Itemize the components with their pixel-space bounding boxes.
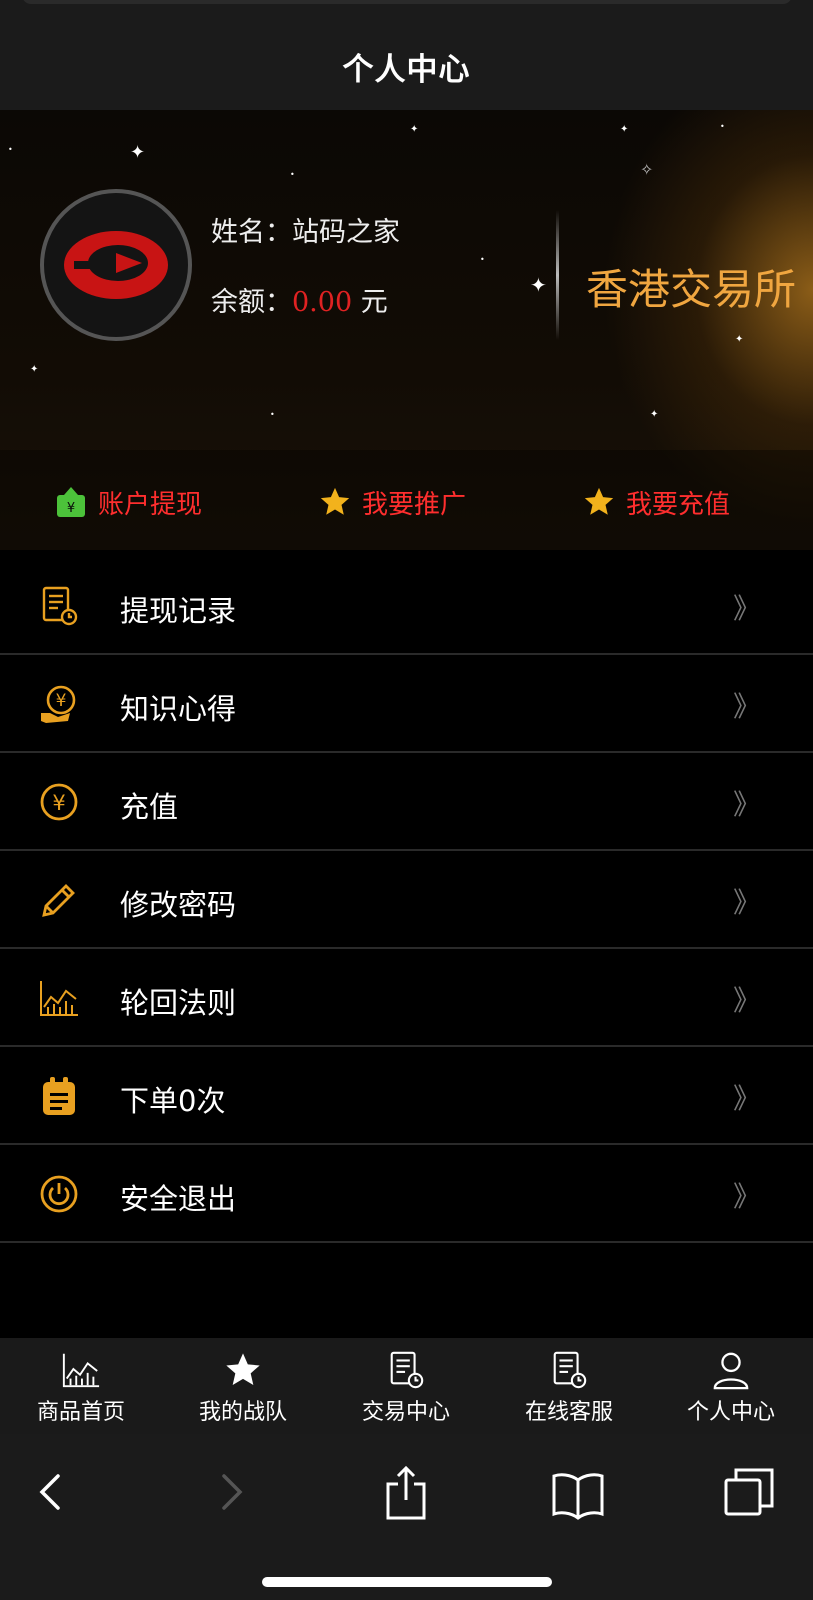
menu-item-label: 充值	[120, 790, 179, 824]
balance-line: 余额：0.00 元	[211, 280, 388, 319]
chart-icon	[38, 977, 80, 1019]
tab-label: 商品首页	[36, 1400, 125, 1425]
star-decoration: ✦	[130, 142, 146, 163]
menu-item-recharge[interactable]: ¥ 充值 》	[0, 753, 813, 851]
name-label: 姓名：	[211, 217, 292, 248]
star-decoration: •	[480, 255, 485, 264]
star-decoration: ✦	[410, 124, 419, 135]
svg-text:¥: ¥	[67, 501, 75, 516]
tab-label: 个人中心	[686, 1400, 775, 1425]
menu-item-label: 修改密码	[120, 888, 237, 922]
tabs-icon[interactable]	[720, 1464, 780, 1524]
chevron-right-icon: 》	[732, 788, 761, 821]
bookmarks-icon[interactable]	[548, 1464, 608, 1524]
power-icon	[38, 1173, 80, 1215]
star-decoration: •	[290, 170, 295, 179]
star-decoration: ✦	[530, 273, 547, 297]
avatar[interactable]	[40, 189, 192, 341]
tab-profile[interactable]: 个人中心	[650, 1338, 812, 1434]
menu-item-change-password[interactable]: 修改密码 》	[0, 851, 813, 949]
star-decoration: ✦	[620, 124, 629, 135]
browser-toolbar	[0, 1434, 813, 1600]
menu-item-orders[interactable]: 下单0次 》	[0, 1047, 813, 1145]
menu-item-label: 安全退出	[120, 1182, 237, 1216]
recharge-action-label: 我要充值	[626, 489, 731, 520]
menu-item-withdraw-records[interactable]: 提现记录 》	[0, 557, 813, 655]
clipboard-icon	[38, 1075, 80, 1117]
record-icon	[38, 585, 80, 627]
tab-trade-center[interactable]: 交易中心	[325, 1338, 487, 1434]
menu-item-logout[interactable]: 安全退出 》	[0, 1145, 813, 1243]
svg-text:¥: ¥	[52, 791, 65, 815]
vertical-divider	[556, 210, 559, 340]
tab-label: 在线客服	[524, 1400, 613, 1425]
star-decoration: •	[8, 145, 13, 154]
record-icon	[386, 1350, 426, 1390]
chevron-right-icon: 》	[732, 592, 761, 625]
menu-item-label: 知识心得	[120, 692, 237, 726]
svg-text:¥: ¥	[56, 691, 67, 711]
chart-icon	[61, 1350, 101, 1390]
back-icon[interactable]	[22, 1464, 82, 1524]
tab-label: 交易中心	[361, 1400, 450, 1425]
menu-item-cycle-rules[interactable]: 轮回法则 》	[0, 949, 813, 1047]
withdraw-action-label: 账户提现	[98, 489, 203, 520]
recharge-action[interactable]: 我要充值	[582, 484, 730, 520]
menu-item-label: 轮回法则	[120, 986, 237, 1020]
name-value: 站码之家	[292, 217, 400, 248]
forward-icon[interactable]	[200, 1464, 260, 1524]
quick-actions: ¥ 账户提现 我要推广 我要充值	[0, 450, 813, 550]
menu-item-knowledge[interactable]: ¥ 知识心得 》	[0, 655, 813, 753]
yen-hand-icon: ¥	[38, 683, 80, 725]
promote-action-label: 我要推广	[362, 489, 467, 520]
tab-online-service[interactable]: 在线客服	[488, 1338, 650, 1434]
name-line: 姓名：站码之家	[211, 210, 400, 249]
yen-circle-icon: ¥	[38, 781, 80, 823]
chevron-right-icon: 》	[732, 690, 761, 723]
home-indicator	[262, 1577, 552, 1587]
balance-unit: 元	[360, 287, 388, 318]
balance-value: 0.00	[292, 287, 353, 318]
tab-label: 我的战队	[198, 1400, 287, 1425]
top-nav-bar: 个人中心	[0, 0, 813, 110]
promote-action[interactable]: 我要推广	[318, 484, 466, 520]
withdraw-icon: ¥	[54, 485, 88, 519]
brand-text: 香港交易所	[586, 265, 797, 314]
address-bar-remnant	[22, 0, 792, 4]
star-icon	[318, 485, 352, 519]
chevron-right-icon: 》	[732, 984, 761, 1017]
star-icon	[582, 485, 616, 519]
menu-list: 提现记录 》 ¥ 知识心得 》 ¥ 充值 》 修改密码 》 轮回法则 》 下单0…	[0, 557, 813, 1243]
star-decoration: •	[720, 122, 725, 131]
withdraw-action[interactable]: ¥ 账户提现	[54, 484, 202, 520]
page-title: 个人中心	[342, 52, 471, 88]
tab-my-team[interactable]: 我的战队	[162, 1338, 324, 1434]
balance-label: 余额：	[211, 287, 292, 318]
star-decoration: •	[270, 410, 275, 419]
tab-home[interactable]: 商品首页	[0, 1338, 162, 1434]
chevron-right-icon: 》	[732, 1180, 761, 1213]
star-decoration: ✦	[30, 364, 39, 375]
star-decoration: ✧	[640, 160, 654, 179]
share-icon[interactable]	[376, 1464, 436, 1524]
menu-item-label: 下单0次	[120, 1084, 226, 1118]
chevron-right-icon: 》	[732, 1082, 761, 1115]
logo-icon	[64, 231, 168, 299]
user-icon	[711, 1350, 751, 1390]
record-icon	[549, 1350, 589, 1390]
chevron-right-icon: 》	[732, 886, 761, 919]
star-icon	[223, 1350, 263, 1390]
pencil-icon	[38, 879, 80, 921]
bottom-tab-bar: 商品首页 我的战队 交易中心 在线客服 个人中心	[0, 1338, 813, 1434]
menu-item-label: 提现记录	[120, 594, 237, 628]
star-decoration: ✦	[650, 409, 659, 420]
